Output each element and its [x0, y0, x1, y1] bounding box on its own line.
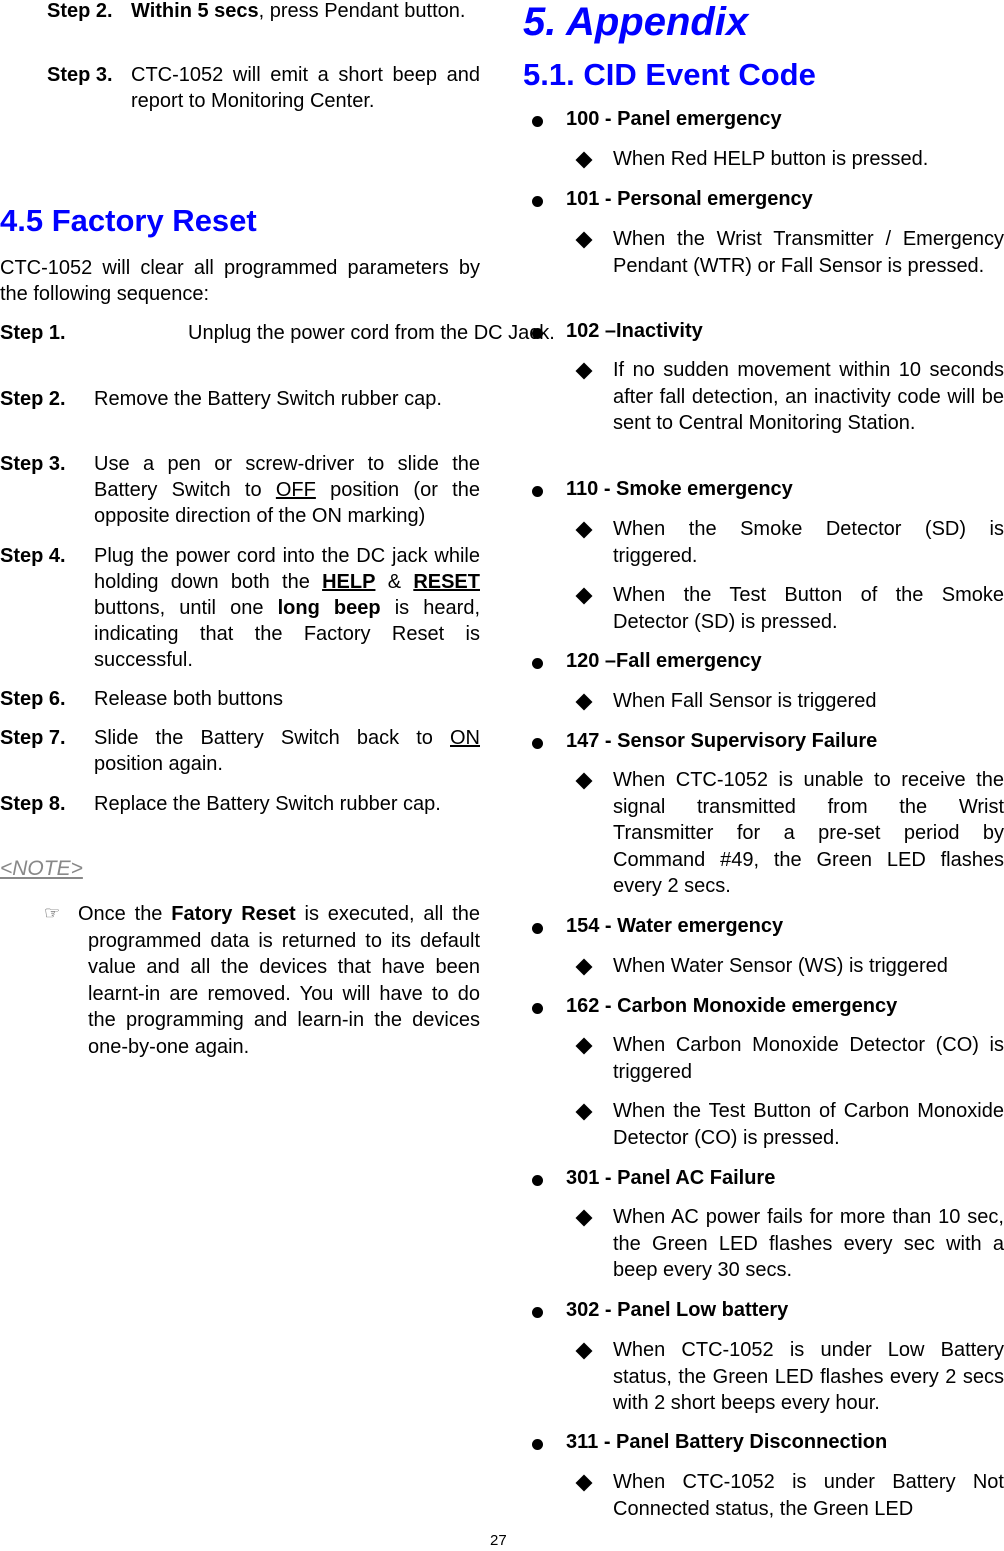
bullet-diamond-icon	[575, 958, 593, 976]
cid-event-description: When Red HELP button is pressed.	[613, 148, 929, 170]
cid-event-title: 154 - Water emergency	[566, 915, 784, 937]
bullet-diamond-icon	[575, 521, 593, 539]
bullet-diamond-icon	[575, 231, 593, 249]
cid-event-title: 301 - Panel AC Failure	[566, 1167, 776, 1189]
step-label: Step 6.	[0, 688, 66, 710]
cid-event-title: 102 –Inactivity	[566, 320, 703, 342]
bullet-dot-icon	[532, 1003, 543, 1014]
bullet-dot-icon	[532, 328, 543, 339]
bullet-dot-icon	[532, 658, 543, 669]
step-bold-text: Within 5 secs	[131, 0, 259, 22]
section-heading-factory-reset: 4.5 Factory Reset	[0, 203, 257, 238]
cid-event-description: When Carbon Monoxide Detector (CO) is tr…	[613, 1034, 1004, 1083]
cid-event-description: When the Smoke Detector (SD) is triggere…	[613, 518, 1004, 567]
bullet-diamond-icon	[575, 1037, 593, 1055]
note-label: <NOTE>	[0, 857, 83, 880]
subsection-heading-cid-event-code: 5.1. CID Event Code	[523, 57, 816, 92]
bullet-dot-icon	[532, 1439, 543, 1450]
cid-event-description: When AC power fails for more than 10 sec…	[613, 1206, 1004, 1281]
bullet-dot-icon	[532, 486, 543, 497]
bullet-dot-icon	[532, 738, 543, 749]
cid-event-description: When the Test Button of the Smoke Detect…	[613, 584, 1004, 633]
cid-event-description: When Fall Sensor is triggered	[613, 690, 877, 712]
step-label: Step 7.	[0, 727, 66, 749]
bullet-dot-icon	[532, 196, 543, 207]
step-text-content: Unplug the power cord from the DC Jack.	[188, 322, 555, 344]
cid-event-title: 147 - Sensor Supervisory Failure	[566, 730, 878, 752]
step-text: CTC-1052 will emit a short beep and repo…	[131, 64, 480, 112]
step-label: Step 3.	[0, 453, 66, 475]
on-keyword: ON	[450, 727, 480, 749]
help-keyword: HELP	[322, 571, 376, 593]
bullet-dot-icon	[532, 116, 543, 127]
bullet-diamond-icon	[575, 587, 593, 605]
cid-event-title: 120 –Fall emergency	[566, 650, 762, 672]
bullet-diamond-icon	[575, 1209, 593, 1227]
step-text: Within 5 secs, press Pendant button.	[131, 0, 480, 24]
text: buttons, until one	[94, 597, 278, 619]
step-text: Plug the power cord into the DC jack whi…	[94, 543, 480, 673]
bullet-diamond-icon	[575, 693, 593, 711]
cid-event-description: When CTC-1052 is under Low Battery statu…	[613, 1339, 1004, 1414]
text: Once the	[78, 903, 172, 925]
section-heading-appendix: 5. Appendix	[523, 0, 749, 44]
reset-keyword: RESET	[413, 571, 480, 593]
cid-event-description: When Water Sensor (WS) is triggered	[613, 955, 948, 977]
step-text: Remove the Battery Switch rubber cap.	[94, 388, 442, 410]
step-label: Step 2.	[47, 0, 113, 22]
step-text: Release both buttons	[94, 688, 284, 710]
cid-event-description: When the Wrist Transmitter / Emergency P…	[613, 228, 1004, 277]
cid-event-description: When the Test Button of Carbon Monoxide …	[613, 1100, 1004, 1149]
long-beep-keyword: long beep	[277, 597, 381, 619]
text: position again.	[94, 753, 223, 775]
step-text: Unplug the power cord from the DC Jack.	[0, 320, 555, 346]
bullet-diamond-icon	[575, 362, 593, 380]
cid-event-description: When CTC-1052 is unable to receive the s…	[613, 769, 1004, 897]
step-label: Step 4.	[0, 545, 66, 567]
cid-event-title: 302 - Panel Low battery	[566, 1299, 789, 1321]
bullet-diamond-icon	[575, 1474, 593, 1492]
bullet-diamond-icon	[575, 772, 593, 790]
bullet-diamond-icon	[575, 1342, 593, 1360]
step-text: Slide the Battery Switch back to ON posi…	[94, 725, 480, 777]
pendant-step-2: Step 2. Within 5 secs, press Pendant but…	[0, 0, 480, 52]
page-number: 27	[490, 1532, 507, 1549]
cid-event-title: 311 - Panel Battery Disconnection	[566, 1431, 888, 1453]
text: Slide the Battery Switch back to	[94, 727, 450, 749]
text: is executed, all the programmed data is …	[88, 903, 481, 1058]
note-text: Once the Fatory Reset is executed, all t…	[78, 901, 481, 1060]
bullet-dot-icon	[532, 1175, 543, 1186]
step-label: Step 2.	[0, 388, 66, 410]
fatory-reset-keyword: Fatory Reset	[171, 903, 296, 925]
step-label: Step 8.	[0, 793, 66, 815]
pointing-hand-icon: ☞	[44, 903, 61, 923]
cid-event-description: If no sudden movement within 10 seconds …	[613, 359, 1004, 434]
cid-event-title: 162 - Carbon Monoxide emergency	[566, 995, 898, 1017]
off-keyword: OFF	[275, 479, 316, 501]
cid-event-description: When CTC-1052 is under Battery Not Conne…	[613, 1471, 1004, 1520]
text: &	[375, 571, 414, 593]
cid-event-title: 101 - Personal emergency	[566, 188, 813, 210]
bullet-diamond-icon	[575, 1103, 593, 1121]
step-text: Replace the Battery Switch rubber cap.	[94, 793, 441, 815]
factory-reset-intro: CTC-1052 will clear all programmed param…	[0, 257, 480, 305]
cid-event-title: 110 - Smoke emergency	[566, 478, 793, 500]
step-text: Use a pen or screw-driver to slide the B…	[94, 451, 480, 529]
bullet-diamond-icon	[575, 151, 593, 169]
bullet-dot-icon	[532, 923, 543, 934]
step-text-rest: , press Pendant button.	[258, 0, 466, 22]
cid-event-title: 100 - Panel emergency	[566, 108, 782, 130]
bullet-dot-icon	[532, 1307, 543, 1318]
step-label: Step 3.	[47, 64, 113, 86]
